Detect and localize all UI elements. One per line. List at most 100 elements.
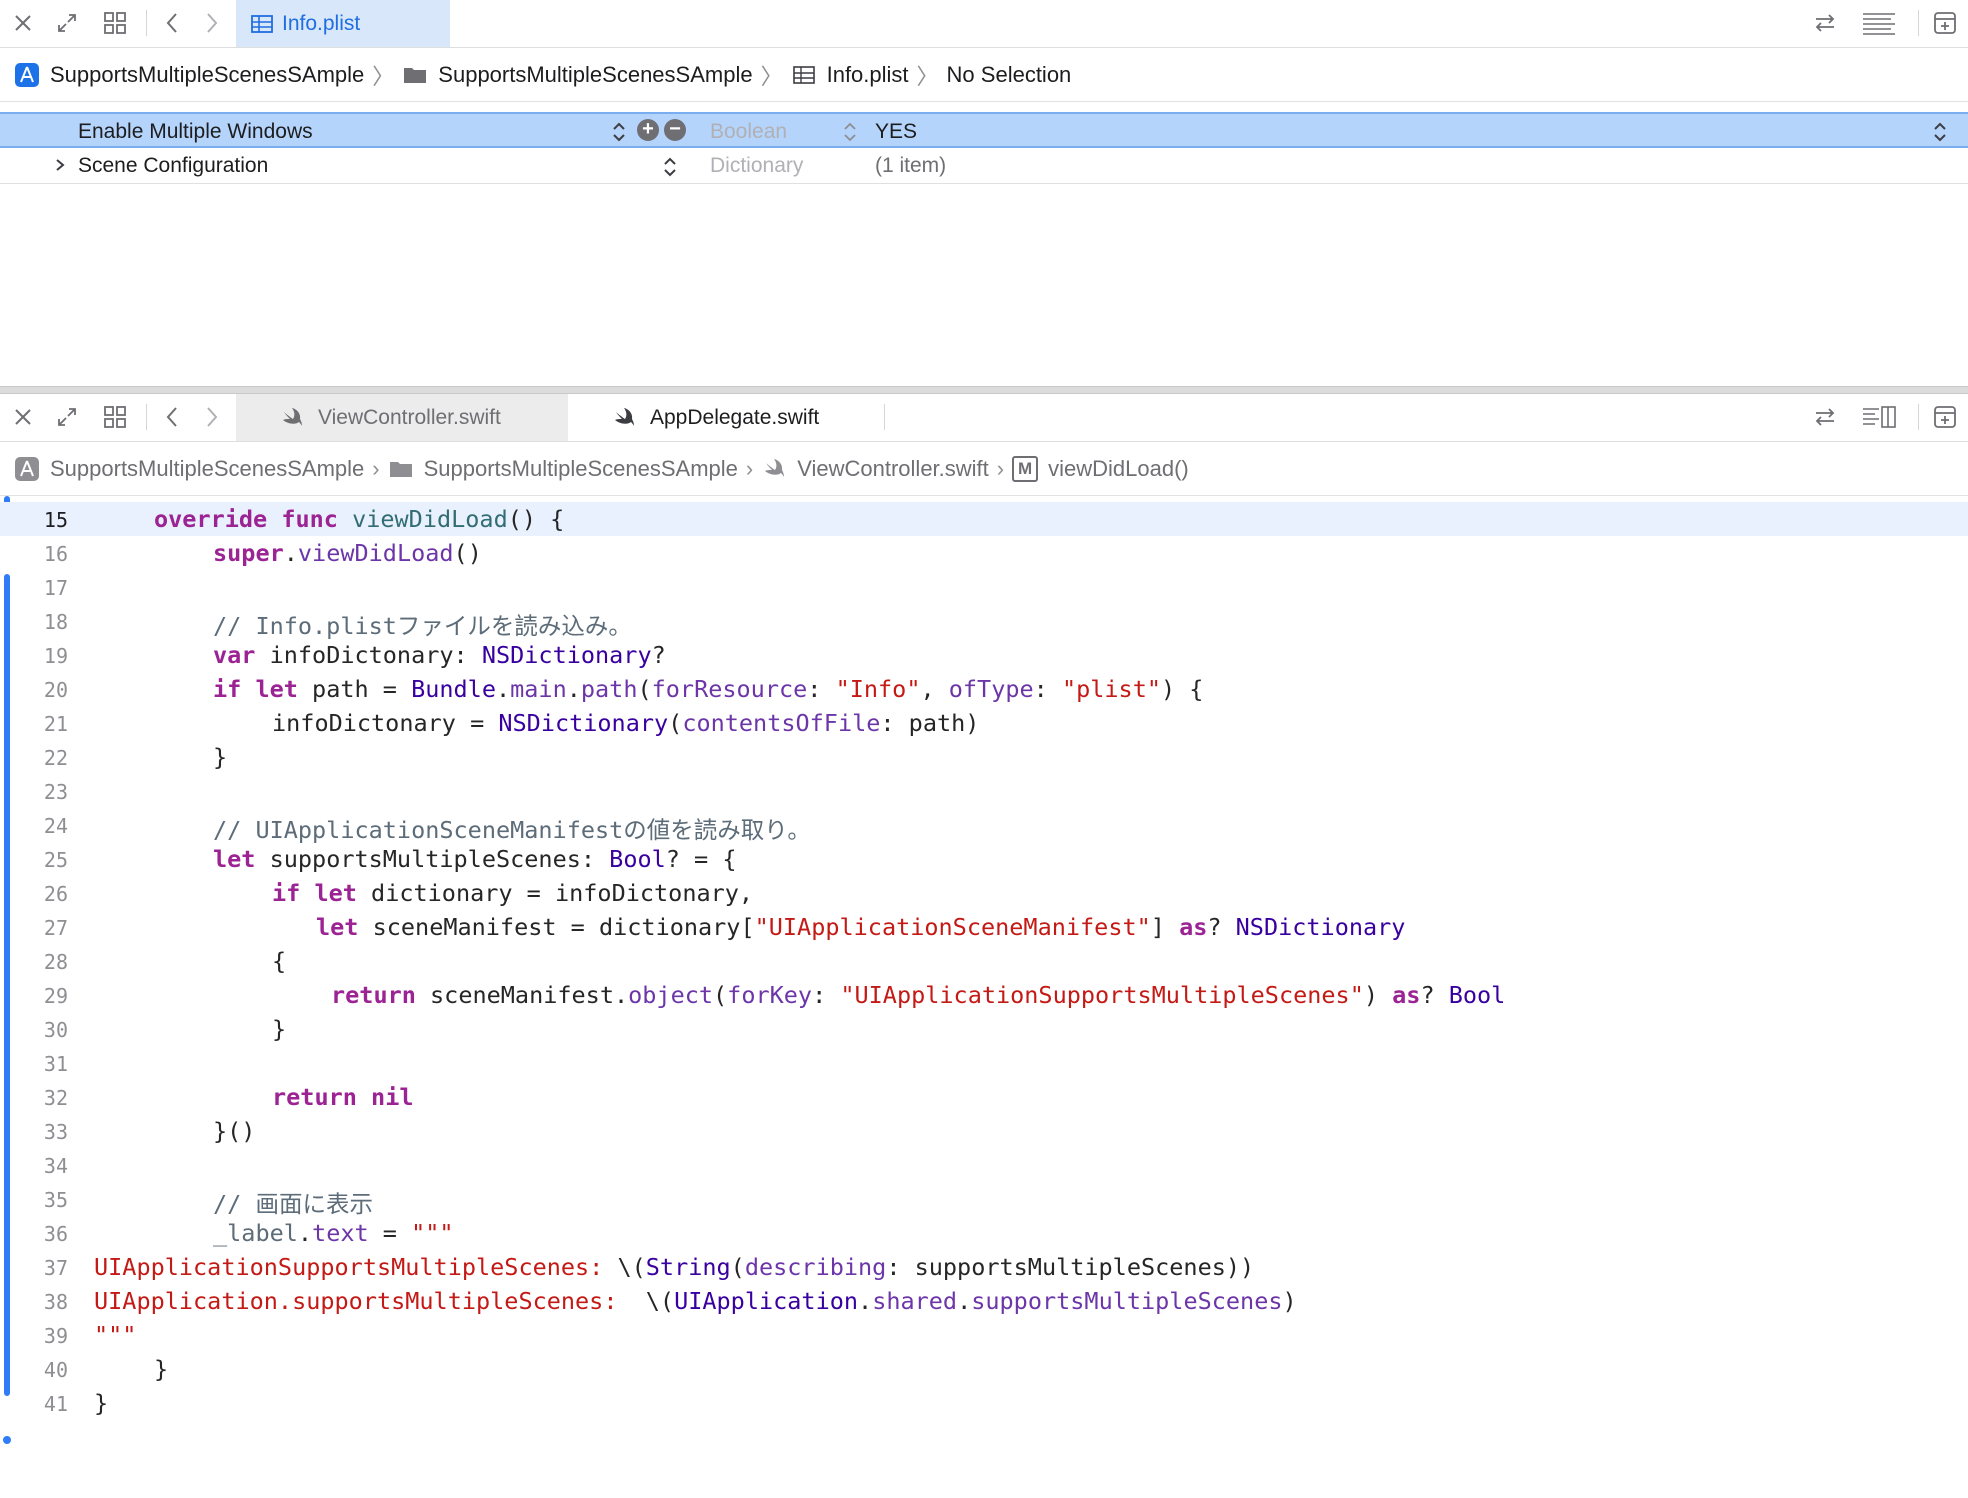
chevron-right-icon: 〉 <box>760 63 783 89</box>
expand-icon[interactable] <box>52 402 82 432</box>
code-line[interactable]: 40 } <box>0 1352 1968 1386</box>
swift-icon <box>615 408 634 426</box>
chevron-right-icon: 〉 <box>916 63 939 89</box>
breadcrumb-folder[interactable]: SupportsMultipleScenesSAmple <box>402 62 753 88</box>
key-stepper-icon[interactable] <box>611 119 627 145</box>
add-row-icon[interactable]: + <box>637 119 659 141</box>
plist-editor-pane: Info.plist SupportsMultipleScenesSAmple … <box>0 0 1968 386</box>
breadcrumb-folder[interactable]: SupportsMultipleScenesSAmple <box>388 456 738 482</box>
tab-info-plist[interactable]: Info.plist <box>236 0 450 47</box>
tab-appdelegate-swift[interactable]: AppDelegate.swift <box>568 394 884 441</box>
code-line[interactable]: 25 let supportsMultipleScenes: Bool? = { <box>0 842 1968 876</box>
code-line[interactable]: 26 if let dictionary = infoDictonary, <box>0 876 1968 910</box>
method-icon: M <box>1012 455 1039 482</box>
tab-viewcontroller-swift[interactable]: ViewController.swift <box>236 394 568 441</box>
code-tab-bar: ViewController.swift AppDelegate.swift <box>0 394 1968 442</box>
plist-value[interactable]: YES <box>875 120 917 144</box>
value-stepper-icon[interactable] <box>1932 119 1948 145</box>
swap-arrows-icon[interactable] <box>1810 402 1840 432</box>
plist-type[interactable]: Dictionary <box>710 154 803 178</box>
code-line[interactable]: 22 } <box>0 740 1968 774</box>
breadcrumb-selection[interactable]: No Selection <box>947 62 1072 88</box>
forward-chevron-icon[interactable] <box>196 402 226 432</box>
toolbar-divider <box>146 404 147 430</box>
back-chevron-icon[interactable] <box>158 402 188 432</box>
code-line[interactable]: 23 <box>0 774 1968 808</box>
code-line[interactable]: 21 infoDictonary = NSDictionary(contents… <box>0 706 1968 740</box>
code-line[interactable]: 31 <box>0 1046 1968 1080</box>
key-stepper-icon[interactable] <box>662 154 678 180</box>
code-line[interactable]: 28 { <box>0 944 1968 978</box>
code-line[interactable]: 19 var infoDictonary: NSDictionary? <box>0 638 1968 672</box>
breadcrumb-method[interactable]: M viewDidLoad() <box>1012 455 1189 482</box>
source-editor[interactable]: 15 override func viewDidLoad() { 16 supe… <box>0 496 1968 1486</box>
code-line[interactable]: 20 if let path = Bundle.main.path(forRes… <box>0 672 1968 706</box>
toolbar-divider <box>1918 10 1919 36</box>
tab-divider <box>884 404 885 430</box>
close-icon[interactable] <box>8 402 38 432</box>
related-items-grid-icon[interactable] <box>100 402 130 432</box>
plist-tab-bar: Info.plist <box>0 0 1968 48</box>
table-icon <box>251 15 273 33</box>
code-line[interactable]: 34 <box>0 1148 1968 1182</box>
chevron-right-icon: 〉 <box>372 63 395 89</box>
editor-options-icon[interactable] <box>1860 8 1898 38</box>
plist-value: (1 item) <box>875 154 947 177</box>
folder-icon <box>402 62 428 88</box>
swap-arrows-icon[interactable] <box>1810 8 1840 38</box>
breadcrumb-file[interactable]: Info.plist <box>791 62 909 88</box>
plist-breadcrumb: SupportsMultipleScenesSAmple 〉 SupportsM… <box>0 48 1968 102</box>
tab-label: Info.plist <box>282 11 361 35</box>
code-line[interactable]: 37 UIApplicationSupportsMultipleScenes: … <box>0 1250 1968 1284</box>
disclosure-chevron-icon[interactable] <box>52 152 68 184</box>
tab-label: ViewController.swift <box>318 405 501 429</box>
code-line[interactable]: 36 _label.text = """ <box>0 1216 1968 1250</box>
breadcrumb-project[interactable]: SupportsMultipleScenesSAmple <box>14 456 364 482</box>
editor-options-canvas-icon[interactable] <box>1860 402 1898 432</box>
code-line[interactable]: 33 }() <box>0 1114 1968 1148</box>
plist-key: Scene Configuration <box>78 154 269 177</box>
code-line[interactable]: 27 let sceneManifest = dictionary["UIApp… <box>0 910 1968 944</box>
chevron-right-icon: › <box>996 455 1005 481</box>
swift-icon <box>761 456 787 482</box>
breadcrumb-project[interactable]: SupportsMultipleScenesSAmple <box>14 62 364 88</box>
plist-row-enable-multiple-windows[interactable]: Enable Multiple Windows + − Boolean YES <box>0 112 1968 148</box>
plist-key: Enable Multiple Windows <box>78 120 313 143</box>
code-line[interactable]: 15 override func viewDidLoad() { <box>0 502 1968 536</box>
code-line[interactable]: 16 super.viewDidLoad() <box>0 536 1968 570</box>
related-items-grid-icon[interactable] <box>100 8 130 38</box>
code-line[interactable]: 29 return sceneManifest.object(forKey: "… <box>0 978 1968 1012</box>
code-breadcrumb: SupportsMultipleScenesSAmple › SupportsM… <box>0 442 1968 496</box>
chevron-right-icon: › <box>372 455 380 481</box>
xcode-project-icon <box>14 456 40 482</box>
table-icon <box>791 62 817 88</box>
remove-row-icon[interactable]: − <box>664 119 686 141</box>
code-line[interactable]: 30 } <box>0 1012 1968 1046</box>
expand-icon[interactable] <box>52 8 82 38</box>
tab-label: AppDelegate.swift <box>650 405 820 429</box>
toolbar-divider <box>1918 404 1919 430</box>
code-line[interactable]: 32 return nil <box>0 1080 1968 1114</box>
folder-icon <box>388 456 414 482</box>
xcode-project-icon <box>14 62 40 88</box>
add-editor-icon[interactable] <box>1930 402 1960 432</box>
code-line[interactable]: 17 <box>0 570 1968 604</box>
plist-row-scene-configuration[interactable]: Scene Configuration Dictionary (1 item) <box>0 148 1968 184</box>
code-line[interactable]: 24 // UIApplicationSceneManifestの値を読み取り。 <box>0 808 1968 844</box>
code-line[interactable]: 35 // 画面に表示 <box>0 1182 1968 1218</box>
forward-chevron-icon[interactable] <box>196 8 226 38</box>
code-line[interactable]: 18 // Info.plistファイルを読み込み。 <box>0 604 1968 640</box>
editor-split-divider[interactable] <box>0 386 1968 394</box>
code-editor-pane: ViewController.swift AppDelegate.swift S… <box>0 394 1968 1486</box>
toolbar-divider <box>146 10 147 36</box>
back-chevron-icon[interactable] <box>158 8 188 38</box>
close-icon[interactable] <box>8 8 38 38</box>
type-stepper-icon[interactable] <box>842 119 858 145</box>
add-editor-icon[interactable] <box>1930 8 1960 38</box>
code-line[interactable]: 38 UIApplication.supportsMultipleScenes:… <box>0 1284 1968 1318</box>
swift-icon <box>283 408 302 426</box>
breadcrumb-file[interactable]: ViewController.swift <box>761 456 989 482</box>
plist-type[interactable]: Boolean <box>710 120 787 144</box>
code-line[interactable]: 41 } <box>0 1386 1968 1420</box>
code-line[interactable]: 39 """ <box>0 1318 1968 1352</box>
